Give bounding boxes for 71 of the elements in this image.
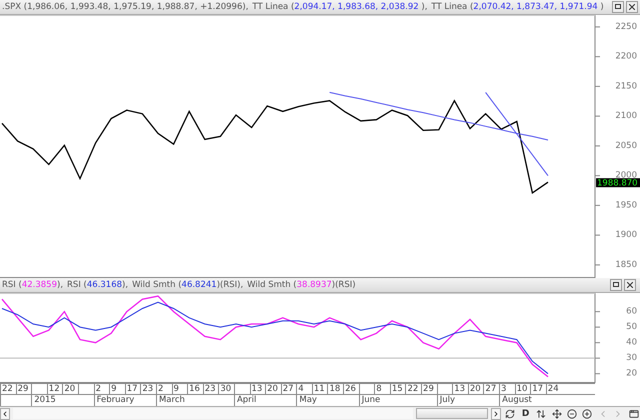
legend-item: RSI (42.3859), — [2, 280, 64, 290]
date-label: 18 — [327, 384, 344, 394]
axis-tick-label: 2150 — [615, 81, 637, 92]
date-label: 9 — [109, 384, 125, 394]
legend-item: TT Linea (2,094.17, 1,983.68, 2,038.92 ), — [252, 2, 428, 12]
date-label: 29 — [421, 384, 437, 394]
axis-tick-label: 1950 — [615, 200, 637, 210]
date-label: 23 — [140, 384, 156, 394]
scroll-right-button[interactable] — [490, 408, 501, 420]
legend-item: Wild Smth (38.8937)(RSI) — [247, 280, 356, 290]
date-label: 3 — [499, 384, 515, 394]
date-label: 17 — [124, 384, 140, 394]
axis-tick-label: 40 — [626, 337, 637, 348]
axis-tick-label: 30 — [626, 352, 637, 363]
date-label: 13 — [452, 384, 468, 394]
move-icon[interactable] — [550, 408, 563, 420]
restore-icon — [614, 4, 621, 10]
date-label: 27 — [280, 384, 296, 394]
zoom-out-icon[interactable] — [566, 408, 578, 420]
restore-button[interactable] — [612, 0, 624, 13]
legend-item: Wild Smth (46.8241)(RSI), — [132, 280, 244, 290]
axis-tick-label: 1850 — [615, 260, 637, 270]
axis-tick-label: 1900 — [615, 230, 637, 240]
date-label: 11 — [312, 384, 328, 394]
vertical-arrows-icon[interactable] — [534, 408, 548, 420]
date-label: 8 — [374, 384, 390, 394]
period-button[interactable]: D — [519, 408, 532, 420]
close-button[interactable] — [626, 0, 638, 13]
scrollbar-thumb[interactable] — [416, 408, 488, 420]
date-label: 20 — [62, 384, 78, 394]
date-label: 23 — [202, 384, 218, 394]
scroll-left-button[interactable] — [0, 408, 10, 420]
date-label: 24 — [546, 384, 562, 394]
date-label: 30 — [218, 384, 234, 394]
axis-tick-label: 60 — [626, 306, 637, 316]
restore-icon — [613, 282, 619, 288]
restore-button[interactable] — [610, 278, 622, 291]
date-label: 2 — [156, 384, 172, 394]
date-label: 26 — [343, 384, 359, 394]
axis-tick-label: 2250 — [615, 22, 637, 32]
zoom-in-icon[interactable] — [581, 408, 594, 420]
axis-tick-label: 2050 — [615, 140, 637, 151]
close-icon — [628, 4, 635, 10]
date-label: 12 — [46, 384, 62, 394]
date-label: 29 — [16, 384, 32, 394]
date-label: 16 — [187, 384, 203, 394]
axis-tick-label: 50 — [626, 322, 637, 332]
refresh-icon[interactable] — [504, 408, 516, 420]
axis-tick-label: 2200 — [615, 51, 637, 62]
legend-item: RSI (46.3168), — [67, 280, 128, 290]
date-label: 9 — [172, 384, 188, 394]
axis-tick-label: 2100 — [615, 110, 637, 121]
date-label: 10 — [514, 384, 530, 394]
window-icon[interactable] — [628, 408, 640, 420]
date-label: 17 — [530, 384, 546, 394]
date-label: 22 — [405, 384, 422, 394]
date-label: 27 — [483, 384, 499, 394]
legend-item: .SPX (1,986.06, 1,993.48, 1,975.19, 1,988.87, +1.20996), — [2, 2, 248, 12]
date-label: 4 — [296, 384, 312, 394]
date-label: 15 — [390, 384, 406, 394]
close-icon — [627, 282, 633, 288]
last-price-label: 1988.870 — [596, 178, 640, 188]
date-label: 20 — [265, 384, 281, 394]
legend-item: TT Linea (2,070.42, 1,873.47, 1,971.94 ) — [431, 2, 604, 12]
axis-tick-label: 20 — [626, 368, 637, 378]
date-label: 13 — [250, 384, 266, 394]
axis-tick-label: 2000 — [615, 170, 637, 180]
date-label: 2 — [94, 384, 110, 394]
close-button[interactable] — [624, 278, 636, 291]
date-label: 20 — [468, 384, 484, 394]
date-label: 22 — [0, 384, 16, 394]
